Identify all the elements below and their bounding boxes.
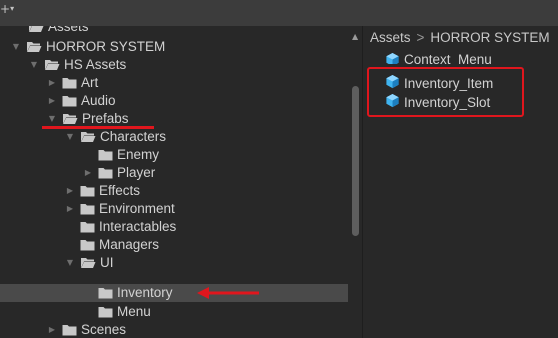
tree-row-scenes[interactable]: ▶ Scenes	[0, 321, 348, 338]
tree-row-interactables[interactable]: ▶ Interactables	[0, 218, 348, 236]
tree-label: Inventory	[117, 285, 173, 300]
folder-open-icon	[62, 113, 78, 125]
tree-row-horror-system[interactable]: ▼ HORROR SYSTEM	[0, 38, 348, 56]
folder-icon	[62, 324, 77, 336]
red-arrow-annotation	[197, 287, 259, 299]
breadcrumb-item-horror-system[interactable]: HORROR SYSTEM	[430, 30, 549, 45]
folder-open-icon	[26, 41, 42, 53]
collapse-triangle-icon[interactable]: ▶	[46, 74, 58, 92]
breadcrumb-separator: >	[416, 30, 425, 45]
scroll-up-arrow-icon[interactable]: ▲	[352, 32, 358, 41]
chevron-down-icon: ▾	[10, 4, 15, 13]
expand-triangle-icon[interactable]: ▼	[64, 128, 76, 146]
tree-label: Player	[117, 165, 156, 180]
folder-icon	[98, 149, 113, 161]
collapse-triangle-icon[interactable]: ▶	[46, 92, 58, 110]
tree-row-assets[interactable]: Assets	[0, 26, 348, 36]
expand-triangle-icon[interactable]: ▼	[28, 56, 40, 74]
highlight-box-annotation	[367, 67, 524, 117]
project-toolbar: +▾	[0, 0, 558, 26]
tree-label: Interactables	[99, 219, 177, 234]
expand-triangle-icon[interactable]: ▼	[64, 254, 76, 272]
asset-label: Context_Menu	[404, 52, 492, 64]
tree-label: Scenes	[81, 322, 127, 337]
folder-icon	[98, 167, 113, 179]
tree-label: Audio	[81, 93, 116, 108]
folder-icon	[80, 239, 95, 251]
tree-label: Managers	[99, 237, 160, 252]
tree-row-ui[interactable]: ▼ UI	[0, 254, 348, 272]
tree-row-player[interactable]: ▶ Player	[0, 164, 348, 182]
folder-icon	[80, 203, 95, 215]
expand-triangle-icon[interactable]: ▼	[10, 38, 22, 56]
tree-row-effects[interactable]: ▶ Effects	[0, 182, 348, 200]
folder-open-icon	[28, 26, 44, 33]
prefab-cube-icon	[385, 52, 400, 64]
folder-icon	[98, 306, 113, 318]
folder-icon	[62, 77, 77, 89]
tree-row-characters[interactable]: ▼ Characters	[0, 128, 348, 146]
tree-row-inventory[interactable]: ▶ Inventory	[0, 284, 348, 302]
tree-row-hs-assets[interactable]: ▼ HS Assets	[0, 56, 348, 74]
folder-open-icon	[80, 131, 96, 143]
folder-open-icon	[80, 257, 96, 269]
collapse-triangle-icon[interactable]: ▶	[82, 164, 94, 182]
plus-icon: +	[0, 2, 11, 16]
tree-row-audio[interactable]: ▶ Audio	[0, 92, 348, 110]
tree-label: Menu	[117, 304, 151, 319]
tree-label: HS Assets	[64, 57, 127, 72]
breadcrumb-item-assets[interactable]: Assets	[370, 30, 411, 45]
tree-label: Art	[81, 75, 99, 90]
tree-label: Effects	[99, 183, 141, 198]
tree-scrollbar-thumb[interactable]	[352, 86, 359, 236]
tree-label: HORROR SYSTEM	[46, 39, 166, 54]
tree-label: UI	[100, 255, 114, 270]
folder-open-icon	[44, 59, 60, 71]
tree-row-environment[interactable]: ▶ Environment	[0, 200, 348, 218]
folder-icon	[98, 287, 113, 299]
folder-icon	[80, 185, 95, 197]
breadcrumb: Assets > HORROR SYSTEM	[370, 30, 550, 45]
tree-row-enemy[interactable]: ▶ Enemy	[0, 146, 348, 164]
collapse-triangle-icon[interactable]: ▶	[64, 182, 76, 200]
folder-icon	[62, 95, 77, 107]
tree-row-menu[interactable]: ▶ Menu	[0, 303, 348, 321]
folder-tree: Assets ▼ HORROR SYSTEM ▼ HS Assets ▶ Art…	[0, 26, 348, 338]
tree-label: Enemy	[117, 147, 160, 162]
tree-label: Environment	[99, 201, 175, 216]
collapse-triangle-icon[interactable]: ▶	[46, 321, 58, 338]
add-asset-button[interactable]: +▾	[0, 2, 14, 16]
tree-label: Assets	[48, 26, 89, 34]
tree-row-managers[interactable]: ▶ Managers	[0, 236, 348, 254]
tree-row-art[interactable]: ▶ Art	[0, 74, 348, 92]
collapse-triangle-icon[interactable]: ▶	[64, 200, 76, 218]
folder-icon	[80, 221, 95, 233]
tree-label: Characters	[100, 129, 167, 144]
asset-item-context-menu[interactable]: Context_Menu	[385, 52, 492, 64]
underline-annotation	[42, 126, 154, 129]
